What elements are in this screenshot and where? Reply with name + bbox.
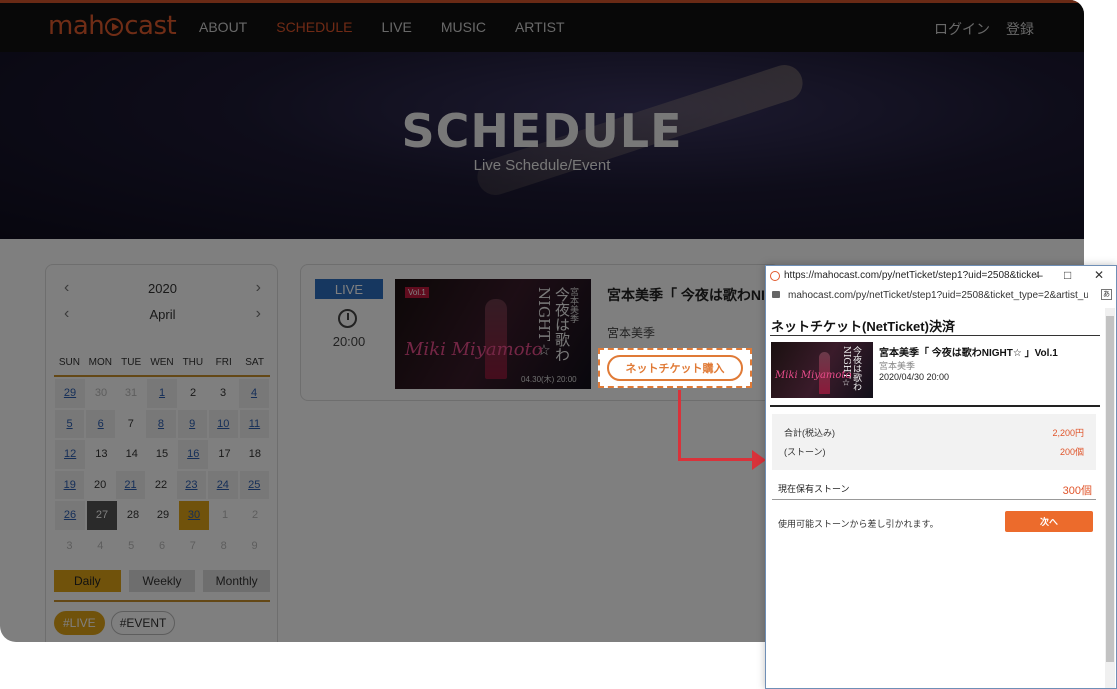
popup-heading: ネットチケット(NetTicket)決済 <box>771 319 955 334</box>
owned-stone-value: 300個 <box>1062 485 1092 497</box>
favicon-icon <box>770 271 780 281</box>
ticket-popup-window: https://mahocast.com/py/netTicket/step1?… <box>765 265 1117 689</box>
buy-net-ticket-button[interactable]: ネットチケット購入 <box>607 355 743 381</box>
popup-item-date: 2020/04/30 20:00 <box>879 372 950 382</box>
annotation-arrow <box>678 390 681 461</box>
scrollbar-thumb[interactable] <box>1106 316 1114 662</box>
popup-address-bar[interactable]: mahocast.com/py/netTicket/step1?uid=2508… <box>770 288 1114 304</box>
lock-icon <box>772 291 780 298</box>
price-summary: 合計(税込み) 2,200円 (ストーン) 200個 <box>772 414 1096 470</box>
next-button[interactable]: 次へ <box>1005 511 1093 532</box>
minimize-icon[interactable]: – <box>1036 268 1043 282</box>
total-row: 合計(税込み) 2,200円 <box>784 426 1084 439</box>
annotation-arrow <box>678 458 758 461</box>
total-value: 2,200円 <box>1052 428 1084 438</box>
total-label: 合計(税込み) <box>784 428 835 438</box>
popup-scrollbar[interactable] <box>1105 308 1115 688</box>
thumbnail-signature: Miki Miyamoto <box>775 370 852 381</box>
arrow-head-icon <box>752 450 766 470</box>
stone-row: (ストーン) 200個 <box>784 445 1084 458</box>
popup-titlebar: https://mahocast.com/py/netTicket/step1?… <box>766 266 1116 286</box>
stone-label: (ストーン) <box>784 447 826 457</box>
popup-thumbnail: 今夜は歌わNIGHT☆ Miki Miyamoto <box>771 342 873 398</box>
owned-stone-row: 現在保有ストーン 300個 <box>778 482 1092 498</box>
buy-ticket-highlight: ネットチケット購入 <box>598 348 752 388</box>
popup-window-title: https://mahocast.com/py/netTicket/step1?… <box>784 270 1039 281</box>
stone-value: 200個 <box>1059 447 1084 457</box>
divider <box>770 335 1100 336</box>
popup-item-title: 宮本美季「 今夜は歌わNIGHT☆ 」Vol.1 <box>879 348 1058 359</box>
translate-icon[interactable]: あ <box>1101 289 1112 300</box>
maximize-icon[interactable]: □ <box>1064 268 1071 282</box>
close-icon[interactable]: ✕ <box>1094 268 1104 282</box>
divider <box>770 405 1100 407</box>
deduction-note: 使用可能ストーンから差し引かれます。 <box>778 519 939 529</box>
owned-stone-label: 現在保有ストーン <box>778 484 850 494</box>
popup-address-url[interactable]: mahocast.com/py/netTicket/step1?uid=2508… <box>788 290 1088 301</box>
popup-body: ネットチケット(NetTicket)決済 今夜は歌わNIGHT☆ Miki Mi… <box>766 308 1104 688</box>
popup-item-artist: 宮本美季 <box>879 361 916 371</box>
divider <box>772 499 1096 500</box>
